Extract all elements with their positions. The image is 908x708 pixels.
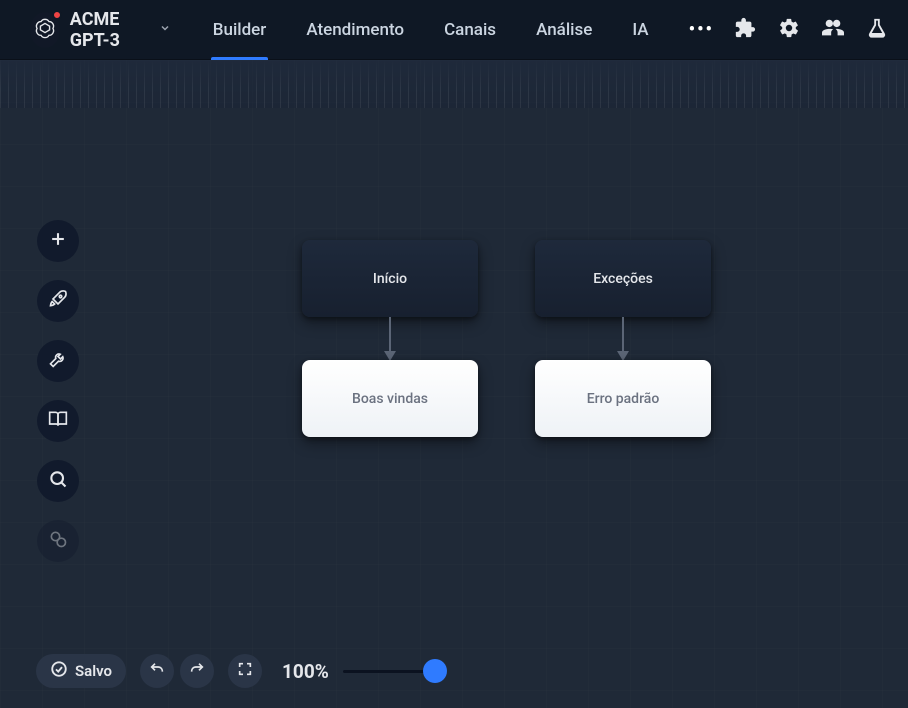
tab-more[interactable]: ••• — [669, 0, 734, 60]
settings-button[interactable] — [778, 19, 800, 41]
node-label: Exceções — [593, 271, 653, 287]
zoom-slider[interactable] — [343, 659, 447, 683]
puzzle-icon — [734, 17, 756, 43]
search-icon — [48, 469, 68, 493]
canvas-bottom-bar: Salvo 100% — [36, 654, 447, 688]
header-actions — [734, 19, 888, 41]
notification-badge — [52, 10, 62, 20]
workspace-switcher[interactable]: ACME GPT-3 — [70, 9, 171, 51]
variables-button[interactable] — [37, 520, 79, 562]
node-erro-padrao[interactable]: Erro padrão — [535, 360, 711, 437]
check-circle-icon — [50, 660, 68, 682]
builder-canvas[interactable]: Início Exceções Boas vindas Erro padrão … — [0, 60, 908, 708]
canvas-ruler — [0, 60, 908, 108]
labs-button[interactable] — [866, 19, 888, 41]
fullscreen-icon — [237, 661, 253, 681]
book-icon — [48, 409, 68, 433]
undo-button[interactable] — [140, 654, 174, 688]
app-header: ACME GPT-3 Builder Atendimento Canais An… — [0, 0, 908, 60]
zoom-level: 100% — [282, 660, 329, 683]
node-label: Erro padrão — [587, 391, 660, 407]
tab-builder[interactable]: Builder — [193, 0, 287, 60]
node-label: Início — [373, 271, 407, 287]
tab-atendimento[interactable]: Atendimento — [286, 0, 424, 60]
gear-icon — [778, 17, 800, 43]
connector-arrow — [616, 317, 630, 361]
brand: ACME GPT-3 — [30, 9, 171, 51]
fit-view-button[interactable] — [228, 654, 262, 688]
team-button[interactable] — [822, 19, 844, 41]
canvas-side-tools — [37, 220, 79, 562]
brand-logo[interactable] — [30, 12, 60, 48]
save-status: Salvo — [36, 654, 126, 688]
node-label: Boas vindas — [352, 391, 428, 407]
redo-icon — [189, 661, 205, 681]
workspace-name: ACME GPT-3 — [70, 9, 153, 51]
tab-analise[interactable]: Análise — [516, 0, 612, 60]
slider-thumb[interactable] — [423, 659, 447, 683]
node-inicio[interactable]: Início — [302, 240, 478, 317]
save-status-label: Salvo — [75, 662, 112, 680]
docs-button[interactable] — [37, 400, 79, 442]
flask-icon — [866, 17, 888, 43]
node-boas-vindas[interactable]: Boas vindas — [302, 360, 478, 437]
plus-icon — [48, 229, 68, 253]
search-canvas-button[interactable] — [37, 460, 79, 502]
chevron-down-icon — [159, 22, 171, 38]
node-excecoes[interactable]: Exceções — [535, 240, 711, 317]
undo-icon — [149, 661, 165, 681]
tab-ia[interactable]: IA — [612, 0, 668, 60]
redo-button[interactable] — [180, 654, 214, 688]
add-button[interactable] — [37, 220, 79, 262]
extensions-button[interactable] — [734, 19, 756, 41]
rocket-icon — [48, 289, 68, 313]
tools-button[interactable] — [37, 340, 79, 382]
connector-arrow — [383, 317, 397, 361]
nav-tabs: Builder Atendimento Canais Análise IA ••… — [193, 0, 734, 60]
wrench-icon — [48, 349, 68, 373]
openai-icon — [34, 17, 56, 43]
variables-icon — [48, 529, 68, 553]
tab-canais[interactable]: Canais — [424, 0, 516, 60]
launch-button[interactable] — [37, 280, 79, 322]
users-icon — [822, 17, 844, 43]
